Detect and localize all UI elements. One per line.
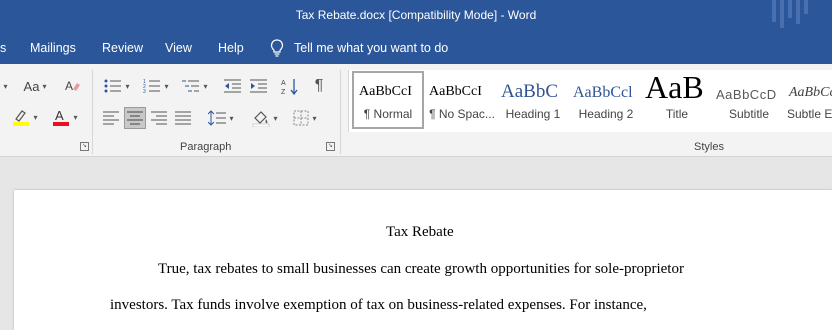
svg-text:A: A — [281, 80, 286, 87]
style-name: Title — [665, 107, 689, 121]
align-left-button[interactable] — [100, 107, 122, 129]
tab-help[interactable]: Help — [218, 41, 244, 55]
tab-mailings[interactable]: Mailings — [30, 41, 76, 55]
title-bar: Tax Rebate.docx [Compatibility Mode] - W… — [0, 0, 832, 32]
clear-formatting-icon: A — [65, 79, 80, 93]
increase-indent-button[interactable] — [248, 76, 270, 96]
svg-text:Z: Z — [281, 89, 286, 95]
text-highlight-icon — [13, 110, 30, 126]
style-no-spacing[interactable]: AaBbCcI ¶ No Spac... — [426, 71, 498, 129]
style-name: Heading 2 — [578, 107, 634, 121]
text-highlight-button[interactable]: ▾ — [8, 106, 42, 128]
style-subtitle[interactable]: AaBbCcD Subtitle — [711, 71, 787, 129]
numbering-icon: 1 2 3 — [143, 79, 161, 94]
align-right-icon — [151, 111, 167, 125]
lightbulb-icon — [270, 39, 284, 57]
styles-group-label: Styles — [694, 141, 724, 153]
justify-button[interactable] — [172, 107, 194, 129]
window-title: Tax Rebate.docx [Compatibility Mode] - W… — [295, 8, 537, 22]
increase-indent-icon — [250, 79, 267, 93]
change-case-label: Aa — [23, 78, 40, 94]
align-center-button[interactable] — [124, 107, 146, 129]
bullets-button[interactable]: ▾ — [100, 76, 134, 96]
svg-text:A: A — [55, 108, 64, 123]
paragraph-dialog-launcher[interactable]: ↘ — [326, 142, 335, 151]
decrease-indent-icon — [224, 79, 241, 93]
group-separator — [340, 70, 341, 154]
tell-me-text: Tell me what you want to do — [294, 41, 449, 55]
style-heading-2[interactable]: AaBbCcl Heading 2 — [570, 71, 642, 129]
line-spacing-icon — [208, 110, 227, 126]
change-case-button[interactable]: Aa ▾ — [18, 76, 52, 96]
numbering-button[interactable]: 1 2 3 ▾ — [139, 76, 173, 96]
document-text-line[interactable]: investors. Tax funds involve exemption o… — [110, 297, 647, 314]
style-preview: AaBbCcI — [429, 84, 482, 99]
style-preview: AaBbC — [501, 81, 558, 102]
font-dialog-launcher[interactable]: ↘ — [80, 142, 89, 151]
style-preview: AaBbCcl — [573, 84, 633, 101]
style-title[interactable]: AaB Title — [641, 71, 713, 129]
borders-icon — [293, 110, 309, 126]
ribbon: ▾ Aa ▾ A ▾ A ▾ ↘ ▾ 1 2 3 ▾ ▾ A Z ¶ ▾ ▾ ▾… — [0, 64, 832, 157]
tell-me-search[interactable]: Tell me what you want to do — [270, 39, 448, 57]
style-preview: AaB — [645, 71, 704, 105]
document-text-line[interactable]: True, tax rebates to small businesses ca… — [158, 261, 684, 278]
align-center-icon — [127, 111, 143, 125]
clear-formatting-button[interactable]: A — [62, 76, 84, 96]
style-name: Subtle Em — [787, 107, 832, 121]
bullets-icon — [104, 79, 122, 93]
style-subtle-emphasis[interactable]: AaBbCc Subtle Em — [787, 71, 832, 129]
show-formatting-marks-icon: ¶ — [314, 77, 324, 94]
multilevel-list-button[interactable]: ▾ — [178, 76, 212, 96]
sort-button[interactable]: A Z — [280, 76, 300, 96]
style-preview: AaBbCcD — [716, 87, 777, 102]
line-spacing-button[interactable]: ▾ — [204, 107, 238, 129]
shading-icon — [253, 111, 270, 127]
style-heading-1[interactable]: AaBbC Heading 1 — [497, 71, 569, 129]
font-size-dropdown-partial[interactable]: ▾ — [0, 78, 8, 94]
svg-text:3: 3 — [143, 89, 146, 94]
style-preview: AaBbCc — [789, 85, 832, 100]
tab-view[interactable]: View — [165, 41, 192, 55]
tab-review[interactable]: Review — [102, 41, 143, 55]
show-formatting-marks-button[interactable]: ¶ — [308, 76, 330, 96]
align-left-icon — [103, 111, 119, 125]
decrease-indent-button[interactable] — [222, 76, 244, 96]
paragraph-group-label: Paragraph — [180, 141, 232, 153]
tab-home-partial[interactable]: s — [0, 41, 6, 55]
style-name: Subtitle — [728, 107, 770, 121]
title-bar-decoration — [772, 0, 808, 28]
document-title[interactable]: Tax Rebate — [386, 224, 454, 241]
justify-icon — [175, 111, 191, 125]
style-preview: AaBbCcI — [359, 84, 412, 99]
svg-text:A: A — [65, 79, 73, 93]
sort-icon: A Z — [281, 79, 298, 95]
style-name: ¶ Normal — [363, 107, 413, 121]
borders-button[interactable]: ▾ — [288, 107, 322, 129]
group-separator — [92, 70, 93, 154]
font-color-icon: A — [53, 108, 70, 126]
shading-button[interactable]: ▾ — [248, 107, 282, 129]
style-name: Heading 1 — [505, 107, 561, 121]
style-name: ¶ No Spac... — [429, 107, 495, 121]
style-normal[interactable]: AaBbCcI ¶ Normal — [352, 71, 424, 129]
font-color-button[interactable]: A ▾ — [48, 106, 82, 128]
ribbon-tabs: s Mailings Review View Help Tell me what… — [0, 32, 832, 64]
multilevel-list-icon — [182, 80, 200, 92]
styles-gallery: AaBbCcI ¶ Normal AaBbCcI ¶ No Spac... Aa… — [348, 70, 832, 132]
align-right-button[interactable] — [148, 107, 170, 129]
